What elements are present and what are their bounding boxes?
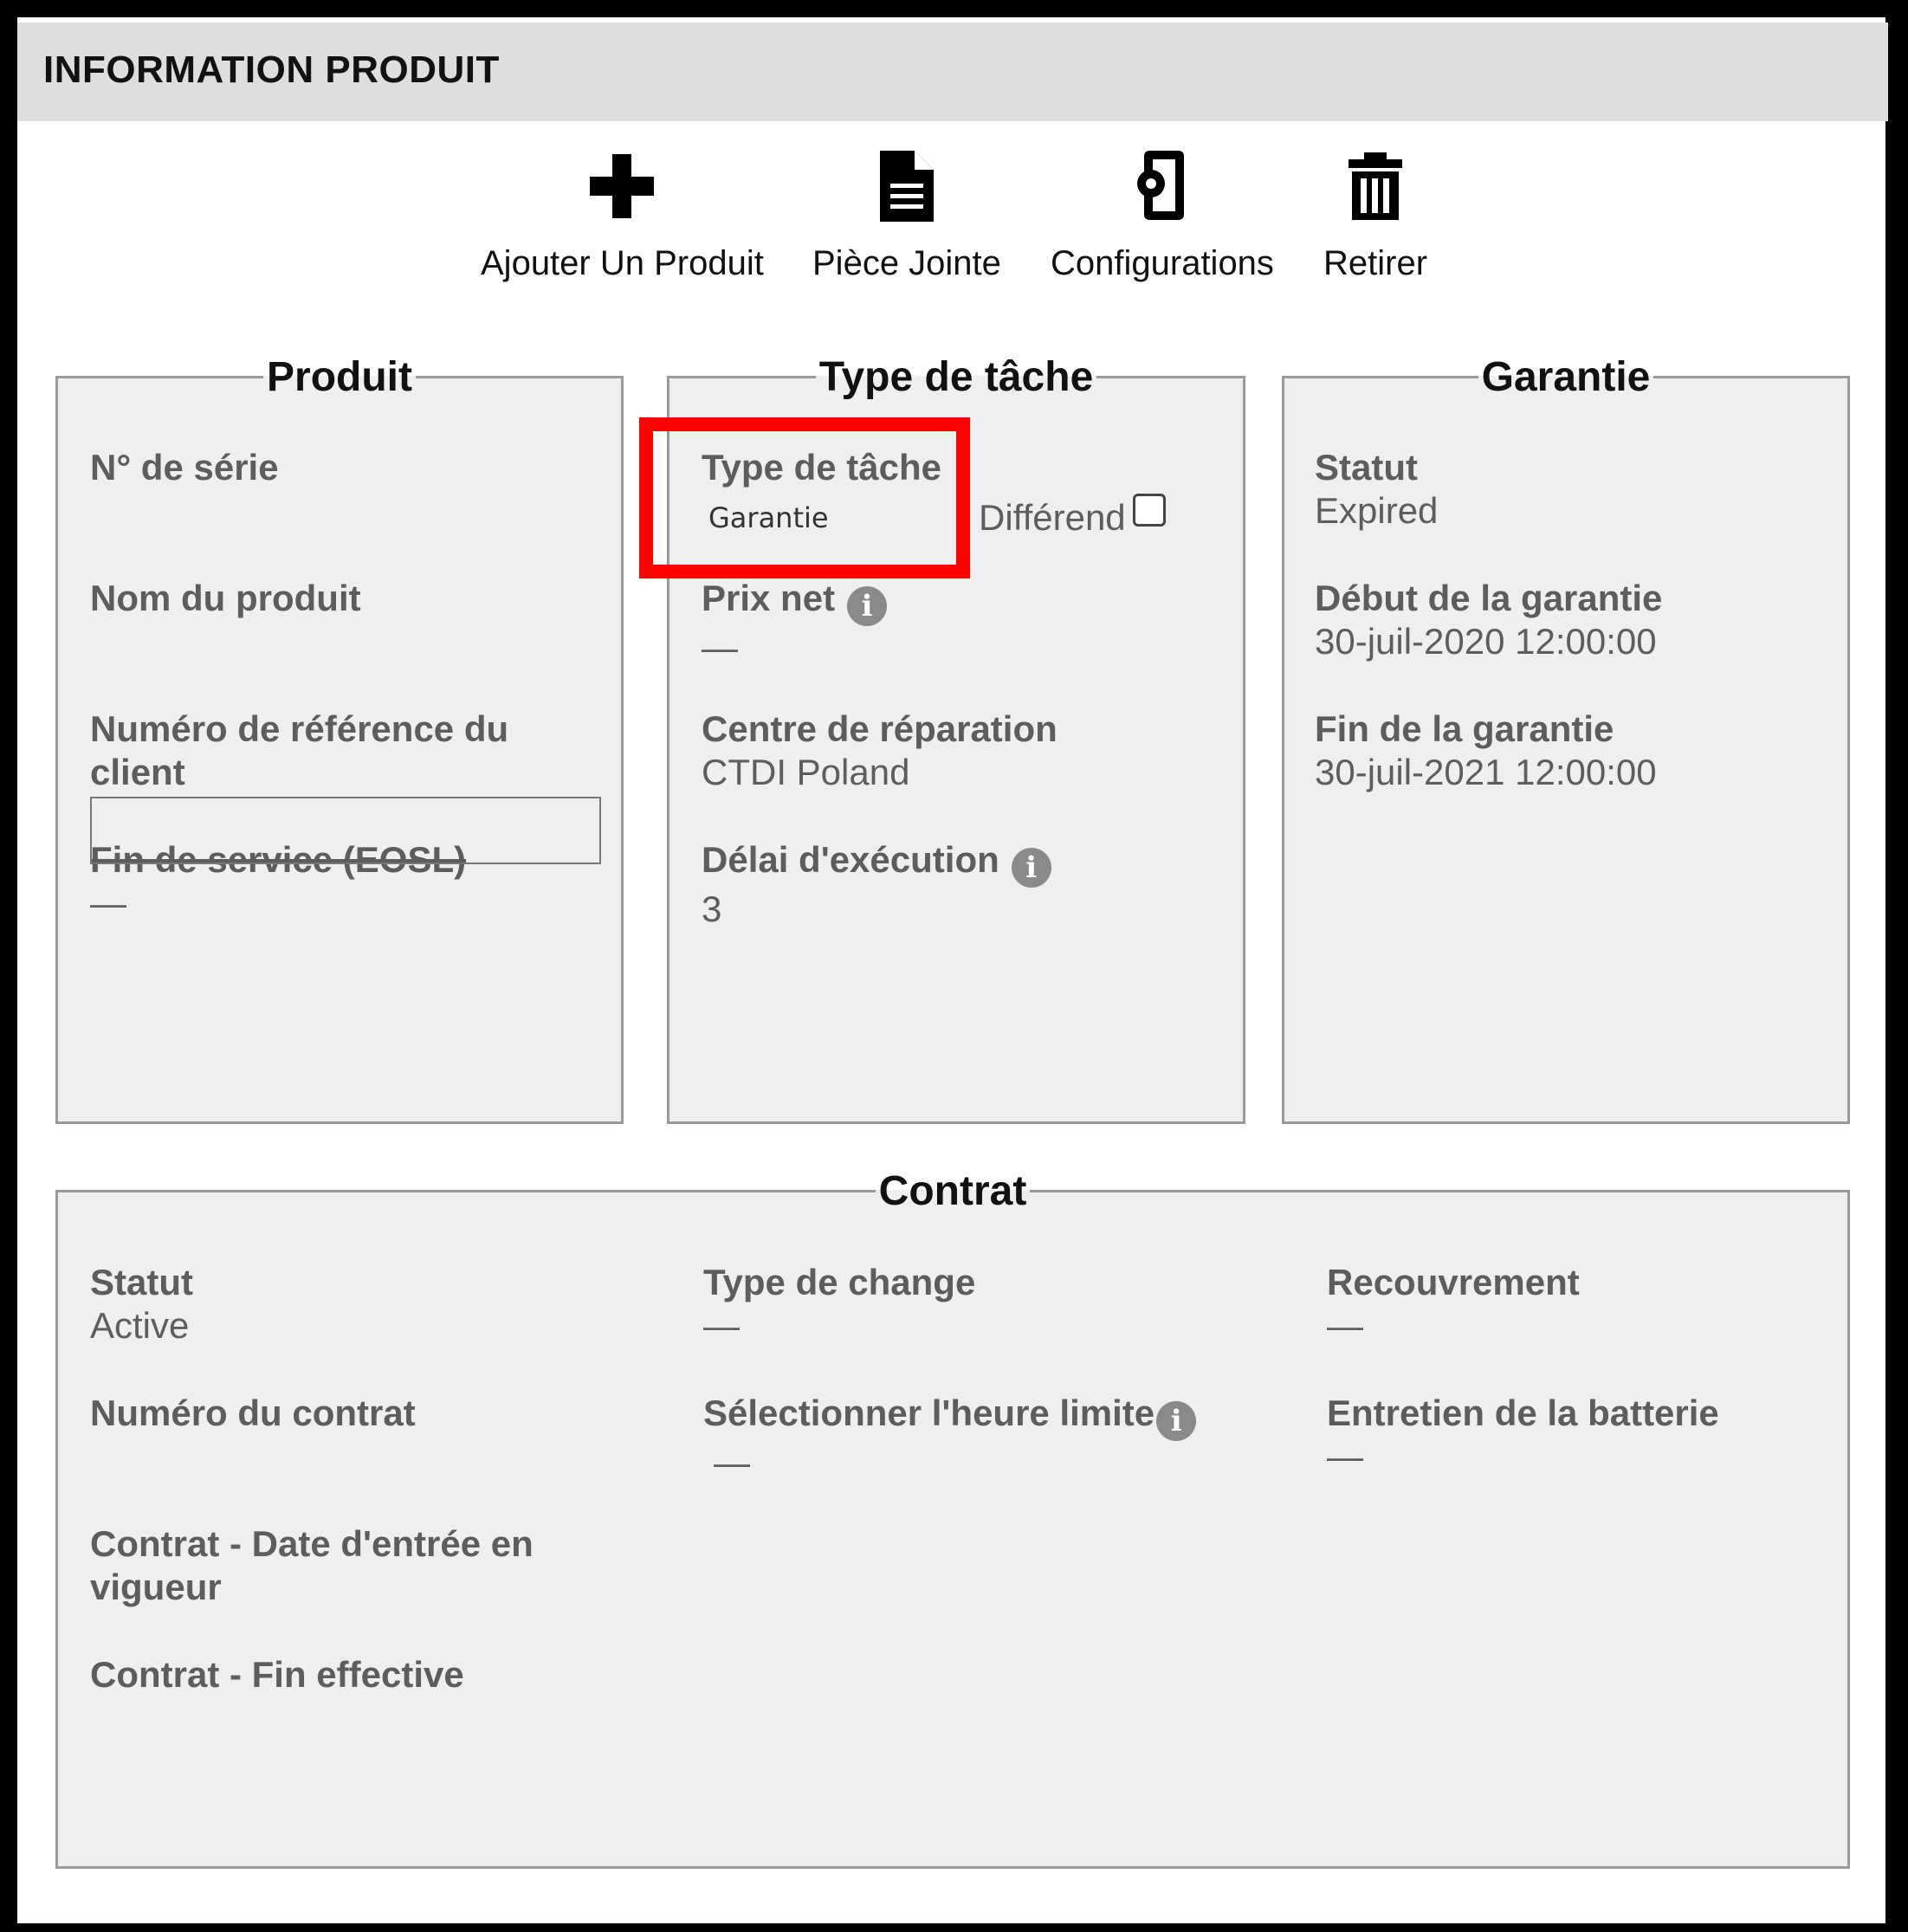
contract-number-field: Numéro du contrat [90, 1392, 416, 1435]
warranty-start-value: 30-juil-2020 12:00:00 [1315, 621, 1657, 662]
product-name-label: Nom du produit [90, 578, 361, 618]
net-price-field: Prix net i — [702, 577, 888, 669]
customer-reference-label-line1: Numéro de référence du [90, 708, 509, 749]
info-icon[interactable]: i [1011, 848, 1051, 888]
battery-maintenance-field: Entretien de la batterie — [1327, 1392, 1719, 1478]
customer-reference-label-line2: client [90, 752, 185, 792]
garantie-legend: Garantie [1481, 354, 1651, 400]
warranty-status-value: Expired [1315, 490, 1439, 531]
contract-end-label: Contrat - Fin effective [90, 1654, 464, 1695]
page-title: INFORMATION PRODUIT [43, 48, 500, 91]
remove-button[interactable]: Retirer [1323, 147, 1427, 283]
serial-number-field: N° de série [90, 446, 279, 489]
differend-field[interactable]: Différend [979, 494, 1166, 540]
warranty-end-value: 30-juil-2021 12:00:00 [1315, 752, 1657, 792]
device-settings-icon [1136, 151, 1184, 220]
cutoff-time-value: — [714, 1442, 750, 1483]
repair-center-label: Centre de réparation [702, 708, 1057, 749]
battery-maintenance-value: — [1327, 1436, 1363, 1476]
contract-number-label: Numéro du contrat [90, 1392, 416, 1433]
produit-legend: Produit [267, 354, 412, 400]
differend-checkbox[interactable] [1132, 494, 1166, 527]
net-price-value: — [702, 627, 738, 668]
product-name-field: Nom du produit [90, 577, 361, 620]
info-icon[interactable]: i [847, 586, 888, 626]
contract-status-label: Statut [90, 1262, 193, 1302]
contract-status-value: Active [90, 1305, 190, 1346]
configurations-label: Configurations [1051, 244, 1274, 282]
customer-reference-field: Numéro de référence du client [90, 708, 508, 794]
attachment-label: Pièce Jointe [812, 244, 1001, 282]
document-icon [879, 151, 934, 222]
plus-icon [590, 154, 655, 218]
exchange-type-field: Type de change — [703, 1261, 975, 1347]
remove-label: Retirer [1323, 244, 1428, 282]
type-tache-legend: Type de tâche [818, 354, 1094, 400]
contract-start-label-line2: vigueur [90, 1567, 222, 1607]
turnaround-label: Délai d'exécution [702, 839, 999, 880]
highlight-box [639, 417, 970, 578]
warranty-end-label: Fin de la garantie [1315, 708, 1614, 749]
coverage-label: Recouvrement [1327, 1262, 1580, 1302]
add-product-label: Ajouter Un Produit [481, 244, 764, 282]
net-price-label: Prix net [702, 578, 836, 618]
eosl-value: — [90, 882, 126, 923]
serial-number-label: N° de série [90, 447, 279, 488]
customer-reference-input[interactable] [90, 797, 601, 864]
repair-center-field: Centre de réparation CTDI Poland [702, 708, 1057, 794]
contrat-legend: Contrat [878, 1168, 1027, 1214]
coverage-field: Recouvrement — [1327, 1261, 1580, 1347]
turnaround-field: Délai d'exécution i 3 [702, 838, 1051, 931]
contract-status-field: Statut Active [90, 1261, 193, 1347]
battery-maintenance-label: Entretien de la batterie [1327, 1392, 1719, 1433]
warranty-status-label: Statut [1315, 447, 1418, 488]
cutoff-time-field: Sélectionner l'heure limite i — [703, 1392, 1197, 1484]
contract-start-label-line1: Contrat - Date d'entrée en [90, 1523, 534, 1564]
cutoff-time-label: Sélectionner l'heure limite [703, 1392, 1155, 1433]
add-product-button[interactable]: Ajouter Un Produit [481, 147, 764, 283]
exchange-type-label: Type de change [703, 1262, 976, 1302]
configurations-button[interactable]: Configurations [1051, 147, 1274, 283]
info-icon[interactable]: i [1156, 1401, 1197, 1441]
turnaround-value: 3 [702, 888, 722, 929]
coverage-value: — [1327, 1305, 1363, 1346]
warranty-status-field: Statut Expired [1315, 446, 1438, 533]
repair-center-value: CTDI Poland [702, 752, 910, 792]
contract-end-field: Contrat - Fin effective [90, 1653, 464, 1696]
trash-icon [1349, 152, 1403, 220]
warranty-start-field: Début de la garantie 30-juil-2020 12:00:… [1315, 577, 1662, 663]
warranty-start-label: Début de la garantie [1315, 578, 1663, 618]
contract-start-field: Contrat - Date d'entrée en vigueur [90, 1522, 534, 1609]
differend-label: Différend [979, 497, 1126, 538]
exchange-type-value: — [703, 1305, 740, 1346]
attachment-button[interactable]: Pièce Jointe [812, 147, 1001, 283]
warranty-end-field: Fin de la garantie 30-juil-2021 12:00:00 [1315, 708, 1657, 794]
